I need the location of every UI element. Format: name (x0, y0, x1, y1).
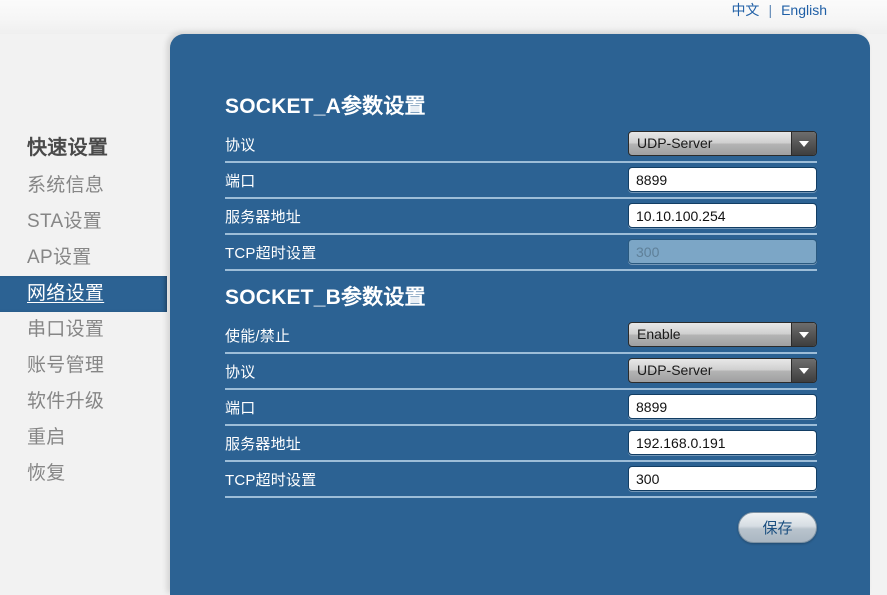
socket-a-section-title: SOCKET_A参数设置 (225, 90, 817, 127)
sidebar-item-ap-settings[interactable]: AP设置 (0, 240, 170, 276)
socket-b-protocol-select[interactable]: UDP-Server (628, 358, 817, 383)
row-socket-b-port: 端口 (225, 390, 817, 426)
language-switcher: 中文 | English (731, 0, 827, 20)
sidebar-item-label: 账号管理 (27, 355, 104, 376)
socket-a-protocol-label: 协议 (225, 134, 255, 155)
socket-a-server-address-input[interactable] (628, 203, 817, 228)
socket-b-port-field (628, 394, 817, 419)
socket-a-protocol-value: UDP-Server (637, 132, 712, 155)
socket-b-server-address-input[interactable] (628, 430, 817, 455)
row-socket-b-protocol: 协议 UDP-Server (225, 354, 817, 390)
socket-a-protocol-select[interactable]: UDP-Server (628, 131, 817, 156)
socket-b-tcp-timeout-label: TCP超时设置 (225, 469, 316, 490)
settings-form: SOCKET_A参数设置 协议 UDP-Server 端口 服务器地址 TC (225, 90, 817, 554)
chevron-down-icon[interactable] (791, 359, 816, 382)
socket-a-port-input[interactable] (628, 167, 817, 192)
language-link-english[interactable]: English (781, 2, 827, 18)
sidebar-item-label: AP设置 (27, 247, 92, 268)
row-socket-a-tcp-timeout: TCP超时设置 (225, 235, 817, 271)
sidebar-item-account-management[interactable]: 账号管理 (0, 348, 170, 384)
sidebar-item-quick-setup[interactable]: 快速设置 (0, 128, 170, 168)
sidebar-item-label: 恢复 (27, 463, 66, 484)
save-button[interactable]: 保存 (738, 512, 817, 543)
socket-b-enable-field: Enable (628, 322, 817, 347)
socket-b-section-title: SOCKET_B参数设置 (225, 271, 817, 318)
sidebar-item-sta-settings[interactable]: STA设置 (0, 204, 170, 240)
sidebar-item-restart[interactable]: 重启 (0, 420, 170, 456)
form-actions: 保存 (225, 498, 817, 554)
sidebar-item-firmware-upgrade[interactable]: 软件升级 (0, 384, 170, 420)
socket-b-protocol-value: UDP-Server (637, 359, 712, 382)
socket-a-port-label: 端口 (225, 170, 255, 191)
socket-b-tcp-timeout-input[interactable] (628, 466, 817, 491)
socket-b-enable-select[interactable]: Enable (628, 322, 817, 347)
sidebar-item-restore[interactable]: 恢复 (0, 456, 170, 492)
socket-a-tcp-timeout-input (628, 239, 817, 264)
row-socket-b-tcp-timeout: TCP超时设置 (225, 462, 817, 498)
language-link-chinese[interactable]: 中文 (731, 2, 759, 18)
row-socket-a-port: 端口 (225, 163, 817, 199)
socket-a-tcp-timeout-field (628, 239, 817, 264)
socket-b-protocol-label: 协议 (225, 361, 255, 382)
sidebar-item-serial-settings[interactable]: 串口设置 (0, 312, 170, 348)
sidebar-item-label: STA设置 (27, 211, 102, 232)
row-socket-b-enable: 使能/禁止 Enable (225, 318, 817, 354)
socket-a-server-address-field (628, 203, 817, 228)
socket-b-port-label: 端口 (225, 397, 255, 418)
row-socket-b-server-address: 服务器地址 (225, 426, 817, 462)
chevron-down-icon[interactable] (791, 323, 816, 346)
socket-a-protocol-field: UDP-Server (628, 131, 817, 156)
socket-b-server-address-label: 服务器地址 (225, 433, 301, 454)
sidebar-item-label: 串口设置 (27, 319, 104, 340)
sidebar-item-system-info[interactable]: 系统信息 (0, 168, 170, 204)
socket-b-protocol-field: UDP-Server (628, 358, 817, 383)
main-panel: SOCKET_A参数设置 协议 UDP-Server 端口 服务器地址 TC (170, 34, 870, 595)
socket-a-server-address-label: 服务器地址 (225, 206, 301, 227)
socket-b-enable-label: 使能/禁止 (225, 325, 290, 346)
sidebar-menu: 快速设置 系统信息 STA设置 AP设置 网络设置 串口设置 账号管理 软件升级… (0, 128, 170, 492)
socket-a-tcp-timeout-label: TCP超时设置 (225, 242, 316, 263)
row-socket-a-protocol: 协议 UDP-Server (225, 127, 817, 163)
sidebar-item-label: 快速设置 (27, 137, 108, 159)
language-separator: | (768, 2, 772, 18)
socket-b-enable-value: Enable (637, 323, 681, 346)
sidebar-item-label: 网络设置 (27, 283, 104, 304)
sidebar-item-label: 系统信息 (27, 175, 104, 196)
sidebar-item-label: 软件升级 (27, 391, 104, 412)
socket-b-port-input[interactable] (628, 394, 817, 419)
row-socket-a-server-address: 服务器地址 (225, 199, 817, 235)
socket-a-port-field (628, 167, 817, 192)
top-bar: 中文 | English (0, 0, 887, 34)
socket-b-tcp-timeout-field (628, 466, 817, 491)
socket-b-server-address-field (628, 430, 817, 455)
sidebar: 快速设置 系统信息 STA设置 AP设置 网络设置 串口设置 账号管理 软件升级… (0, 34, 170, 595)
sidebar-item-label: 重启 (27, 427, 66, 448)
sidebar-item-network-settings[interactable]: 网络设置 (0, 276, 167, 312)
chevron-down-icon[interactable] (791, 132, 816, 155)
